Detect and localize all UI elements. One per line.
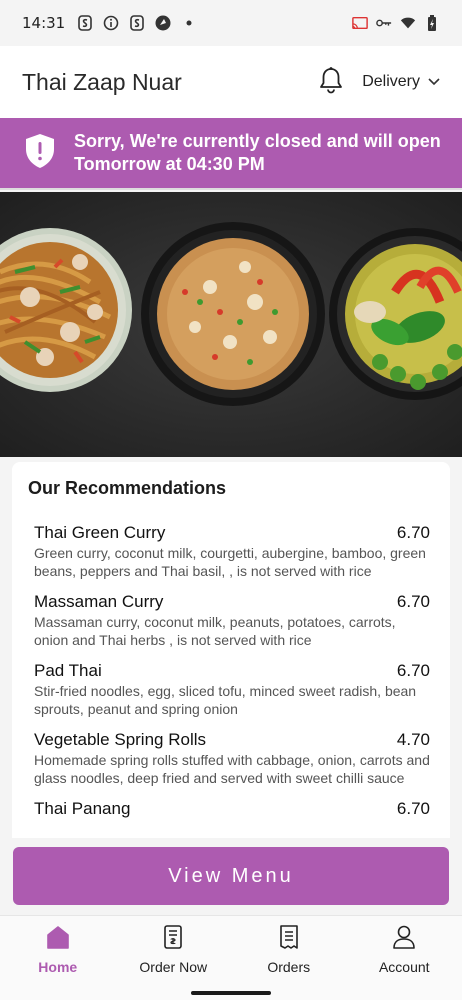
item-description: Massaman curry, coconut milk, peanuts, p… (34, 614, 396, 648)
circle-app-icon (155, 15, 171, 31)
nav-order-now[interactable]: Order Now (116, 916, 232, 980)
order-mode-label: Delivery (362, 73, 420, 90)
recommendation-item[interactable]: Pad Thai 6.70 Stir-fried noodles, egg, s… (28, 661, 434, 718)
noodles-plate (0, 228, 132, 392)
nav-orders-label: Orders (267, 958, 311, 975)
nav-account-label: Account (378, 958, 430, 975)
item-name: Massaman Curry (34, 592, 164, 611)
order-receipt-icon (161, 924, 185, 959)
item-description: Stir-fried noodles, egg, sliced tofu, mi… (34, 683, 417, 717)
recommendation-item[interactable]: Thai Panang 6.70 (28, 799, 434, 819)
chevron-down-icon (420, 73, 440, 91)
bottom-navigation: Home Order Now Orders Account (0, 915, 462, 980)
home-icon (46, 924, 70, 959)
item-price: 6.70 (396, 523, 430, 542)
item-name: Pad Thai (34, 661, 102, 680)
view-menu-button[interactable]: View Menu (13, 847, 449, 905)
header-actions: Delivery (318, 66, 440, 99)
green-curry-bowl (329, 228, 462, 400)
gesture-bar-area (0, 980, 462, 1000)
food-illustration (0, 222, 462, 406)
recommendations-card: Our Recommendations Thai Green Curry 6.7… (12, 462, 450, 838)
recommendation-item[interactable]: Massaman Curry 6.70 Massaman curry, coco… (28, 592, 434, 649)
item-price: 6.70 (396, 661, 430, 680)
status-left-icons (77, 15, 197, 31)
recommendation-item[interactable]: Thai Green Curry 6.70 Green curry, cocon… (28, 523, 434, 580)
user-icon (392, 924, 416, 959)
nav-home-label: Home (38, 958, 78, 975)
recommendations-title: Our Recommendations (28, 478, 227, 498)
item-name: Thai Panang (34, 799, 131, 818)
item-price: 6.70 (396, 799, 430, 818)
orders-list-icon (277, 924, 301, 959)
nav-orders[interactable]: Orders (231, 916, 347, 980)
app-screen: 14:31 Thai Zaap Nuar Delivery Sorry, We'… (0, 0, 462, 1000)
recommendation-item[interactable]: Vegetable Spring Rolls 4.70 Homemade spr… (28, 730, 434, 787)
shield-alert-icon (24, 133, 74, 174)
item-description: Homemade spring rolls stuffed with cabba… (34, 752, 430, 786)
item-price: 4.70 (396, 730, 430, 749)
info-icon (103, 15, 119, 31)
nav-home[interactable]: Home (0, 916, 116, 980)
item-description: Green curry, coconut milk, courgetti, au… (34, 545, 426, 579)
dot-icon (181, 15, 197, 31)
battery-icon (424, 15, 440, 31)
store-closed-banner: Sorry, We're currently closed and will o… (0, 118, 462, 190)
status-bar: 14:31 (0, 0, 462, 46)
key-icon (376, 15, 392, 31)
closed-message: Sorry, We're currently closed and will o… (74, 131, 441, 174)
cast-icon (352, 15, 368, 31)
fried-rice-bowl (141, 222, 325, 406)
s-app-icon (77, 15, 93, 31)
item-price: 6.70 (396, 592, 430, 611)
home-indicator[interactable] (191, 991, 271, 995)
s-app-icon (129, 15, 145, 31)
wifi-icon (400, 15, 416, 31)
nav-order-now-label: Order Now (139, 958, 208, 975)
status-right-icons (352, 15, 440, 31)
hero-food-image (0, 192, 462, 457)
order-mode-dropdown[interactable]: Delivery (362, 73, 440, 91)
item-name: Thai Green Curry (34, 523, 166, 542)
nav-account[interactable]: Account (347, 916, 462, 980)
bell-icon[interactable] (318, 66, 362, 99)
item-name: Vegetable Spring Rolls (34, 730, 207, 749)
status-time: 14:31 (22, 14, 66, 32)
app-header: Thai Zaap Nuar Delivery (0, 46, 462, 118)
store-name: Thai Zaap Nuar (22, 68, 182, 95)
